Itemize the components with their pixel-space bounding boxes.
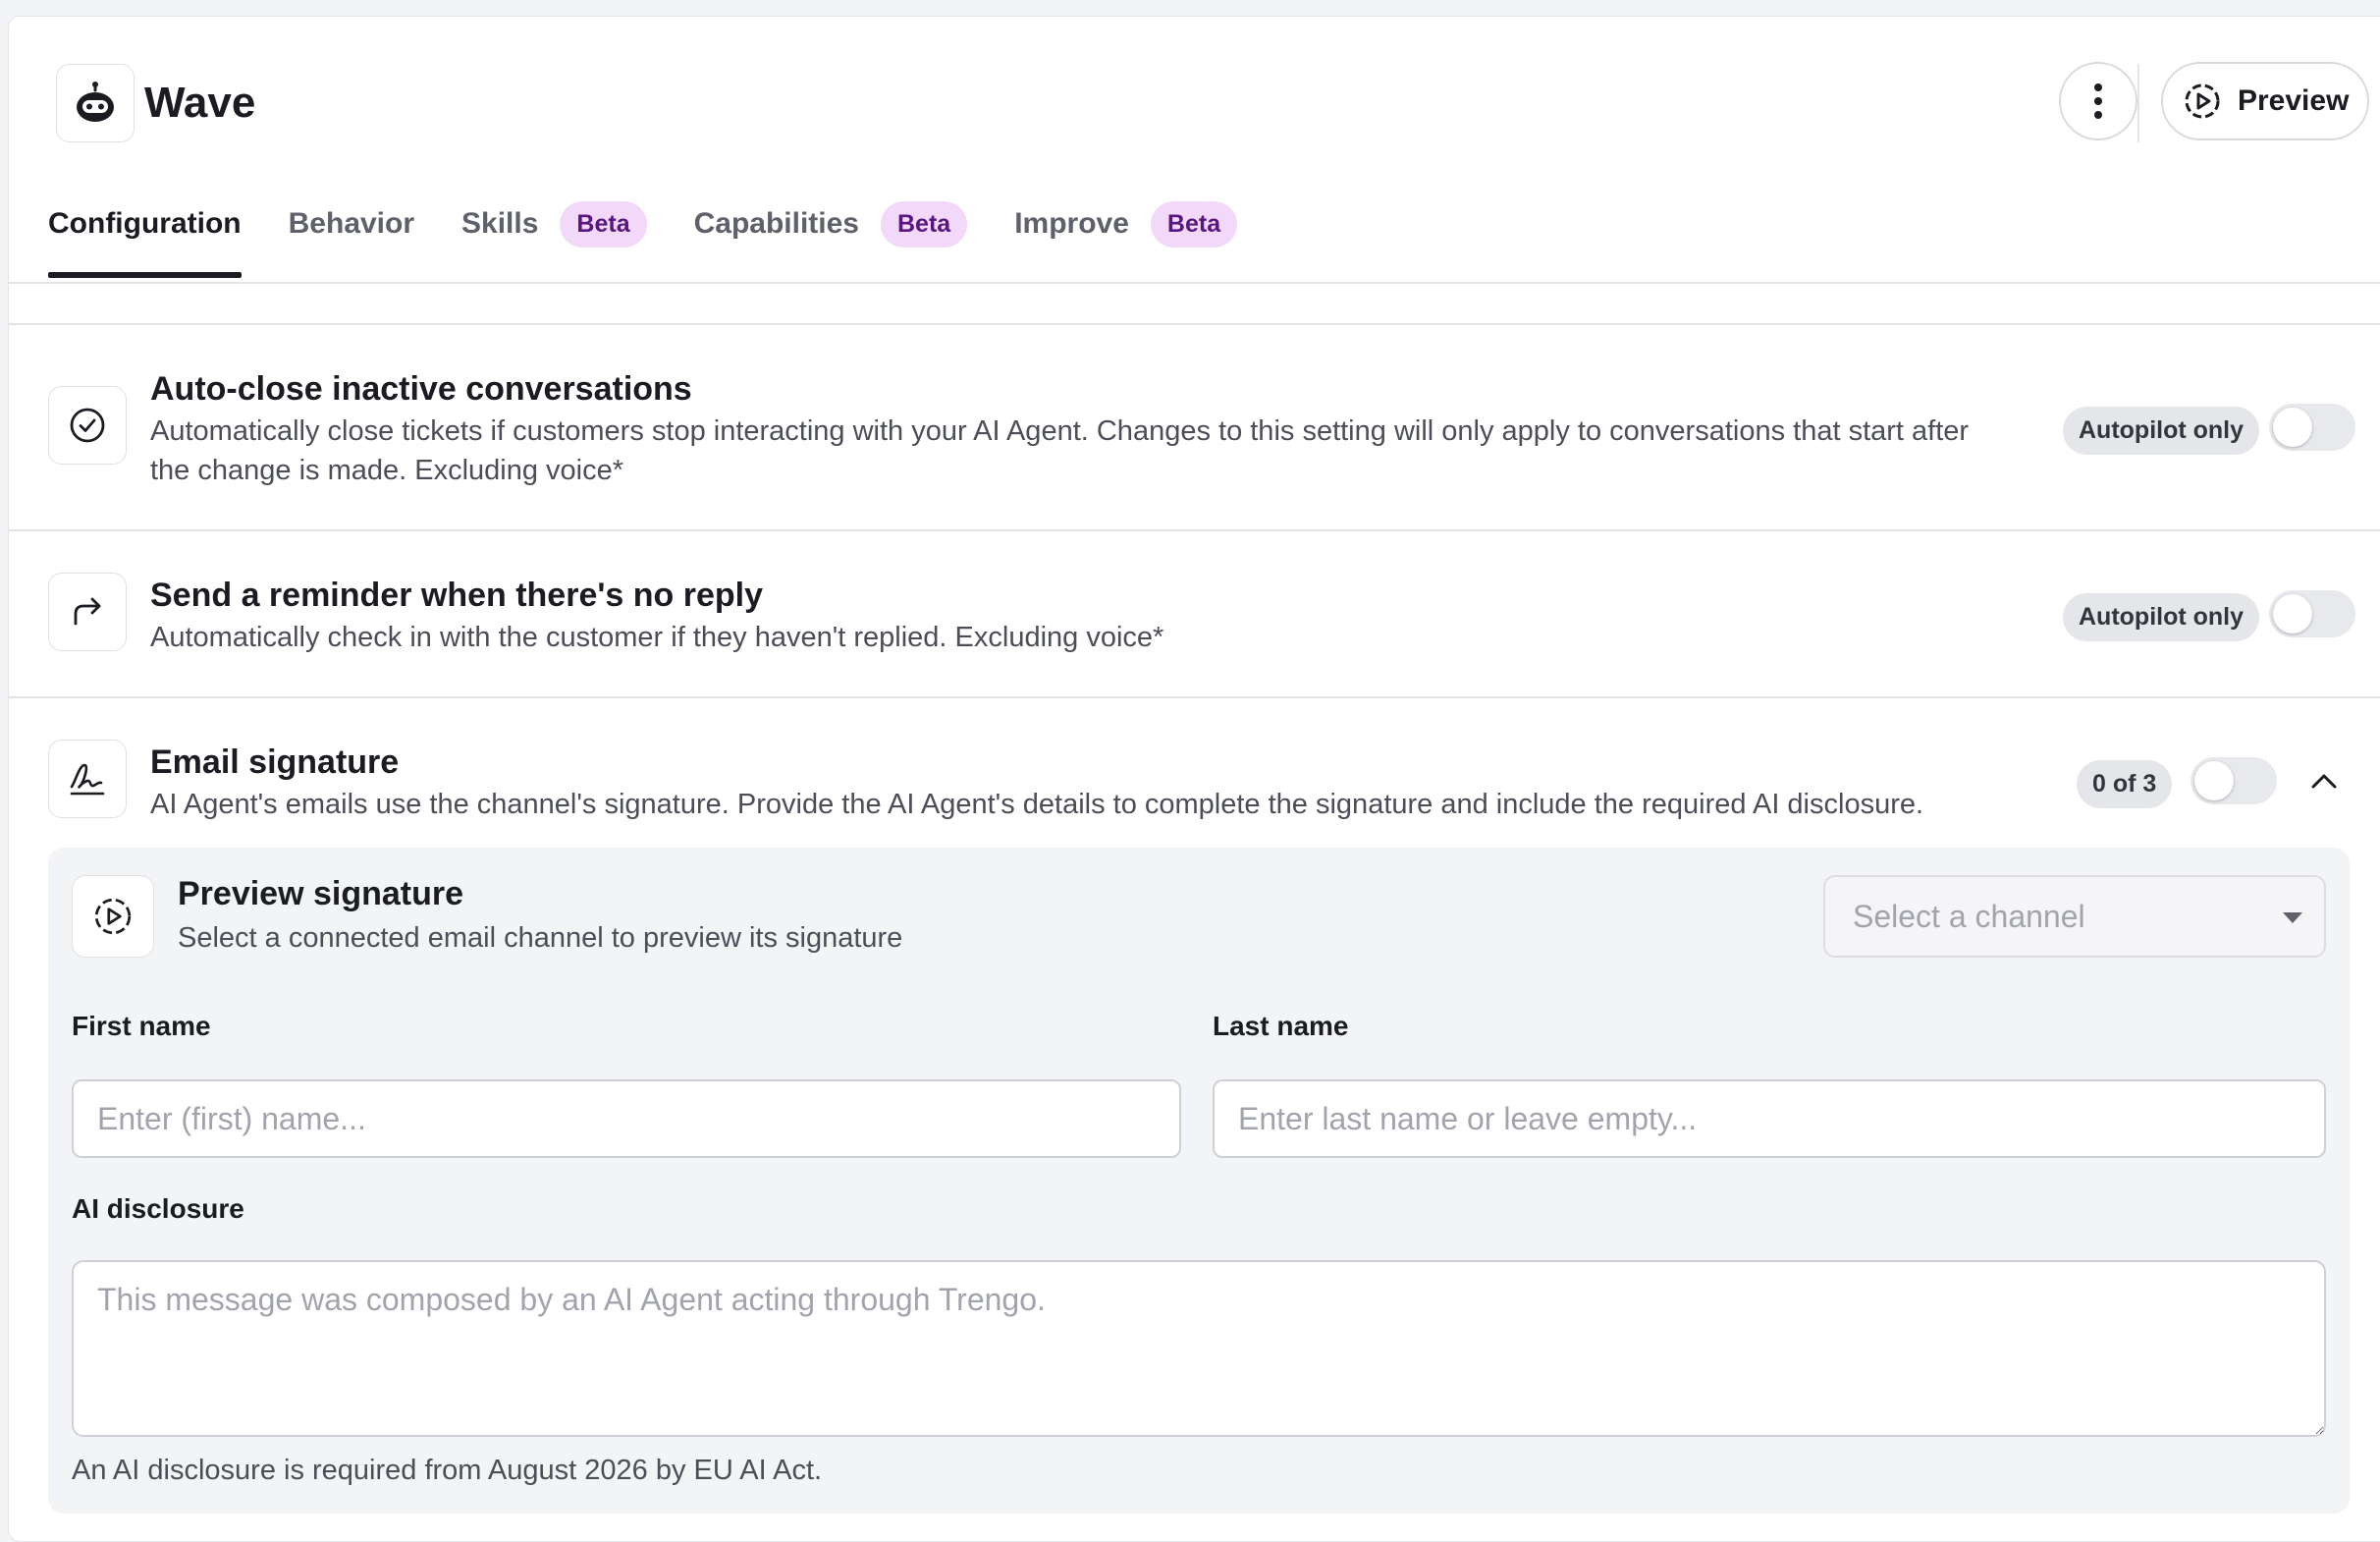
first-name-input[interactable] (72, 1079, 1181, 1158)
tab-label: Improve (1014, 207, 1129, 240)
check-circle-icon (48, 386, 127, 465)
email-signature-description: AI Agent's emails use the channel's sign… (150, 789, 1924, 820)
reminder-toggle[interactable] (2269, 590, 2355, 637)
forward-arrow-icon (48, 573, 127, 651)
tab-skills[interactable]: Skills Beta (461, 192, 647, 256)
tab-behavior[interactable]: Behavior (289, 192, 414, 256)
tab-label: Behavior (288, 207, 415, 240)
tab-bar: Configuration Behavior Skills Beta Capab… (48, 192, 1284, 282)
last-name-input[interactable] (1213, 1079, 2326, 1158)
tab-capabilities[interactable]: Capabilities Beta (694, 192, 968, 256)
toggle-knob (2273, 594, 2312, 633)
email-signature-title: Email signature (150, 743, 400, 781)
reminder-description: Automatically check in with the customer… (150, 622, 1164, 653)
beta-badge: Beta (881, 200, 968, 248)
auto-close-title: Auto-close inactive conversations (150, 370, 692, 408)
more-vertical-icon (2094, 83, 2102, 119)
last-name-label: Last name (1213, 1011, 1349, 1041)
toggle-knob (2273, 408, 2312, 447)
tab-configuration[interactable]: Configuration (48, 192, 242, 278)
channel-select[interactable]: Select a channel (1823, 875, 2326, 958)
section-divider (9, 323, 2380, 325)
signature-icon (48, 740, 127, 818)
more-options-button[interactable] (2059, 62, 2137, 140)
chevron-up-icon (2311, 774, 2337, 789)
ai-agent-settings-panel: Wave Preview Configuration Behavior Skil… (8, 16, 2380, 1542)
email-signature-toggle[interactable] (2191, 757, 2277, 804)
reminder-title: Send a reminder when there's no reply (150, 577, 764, 614)
ai-disclosure-label: AI disclosure (72, 1193, 244, 1224)
page-title: Wave (144, 79, 256, 127)
play-circle-dashed-icon (2185, 83, 2220, 119)
autopilot-only-badge: Autopilot only (2063, 593, 2260, 641)
tab-improve[interactable]: Improve Beta (1014, 192, 1238, 256)
preview-signature-description: Select a connected email channel to prev… (178, 922, 903, 954)
toggle-knob (2194, 761, 2234, 800)
beta-badge: Beta (1150, 200, 1238, 248)
robot-icon (56, 64, 135, 142)
auto-close-toggle[interactable] (2269, 404, 2355, 451)
autopilot-only-badge: Autopilot only (2063, 407, 2260, 455)
caret-down-icon (2283, 912, 2302, 923)
tab-label: Configuration (48, 207, 242, 240)
first-name-label: First name (72, 1011, 211, 1041)
signature-progress-badge: 0 of 3 (2077, 760, 2173, 808)
preview-button-label: Preview (2238, 84, 2350, 117)
preview-button[interactable]: Preview (2161, 62, 2369, 140)
tab-label: Skills (461, 207, 539, 240)
channel-select-placeholder: Select a channel (1853, 898, 2085, 934)
section-divider (9, 696, 2380, 698)
section-divider (9, 529, 2380, 531)
play-circle-dashed-icon (72, 875, 154, 958)
beta-badge: Beta (560, 200, 647, 248)
preview-signature-title: Preview signature (178, 875, 464, 912)
collapse-button[interactable] (2302, 759, 2346, 802)
ai-disclosure-textarea[interactable] (72, 1260, 2326, 1437)
header-divider (2137, 64, 2139, 142)
signature-settings-panel: Preview signature Select a connected ema… (48, 848, 2350, 1514)
tabs-divider (9, 282, 2380, 284)
tab-label: Capabilities (693, 207, 859, 240)
auto-close-description: Automatically close tickets if customers… (150, 415, 1970, 486)
ai-disclosure-hint: An AI disclosure is required from August… (72, 1455, 823, 1486)
